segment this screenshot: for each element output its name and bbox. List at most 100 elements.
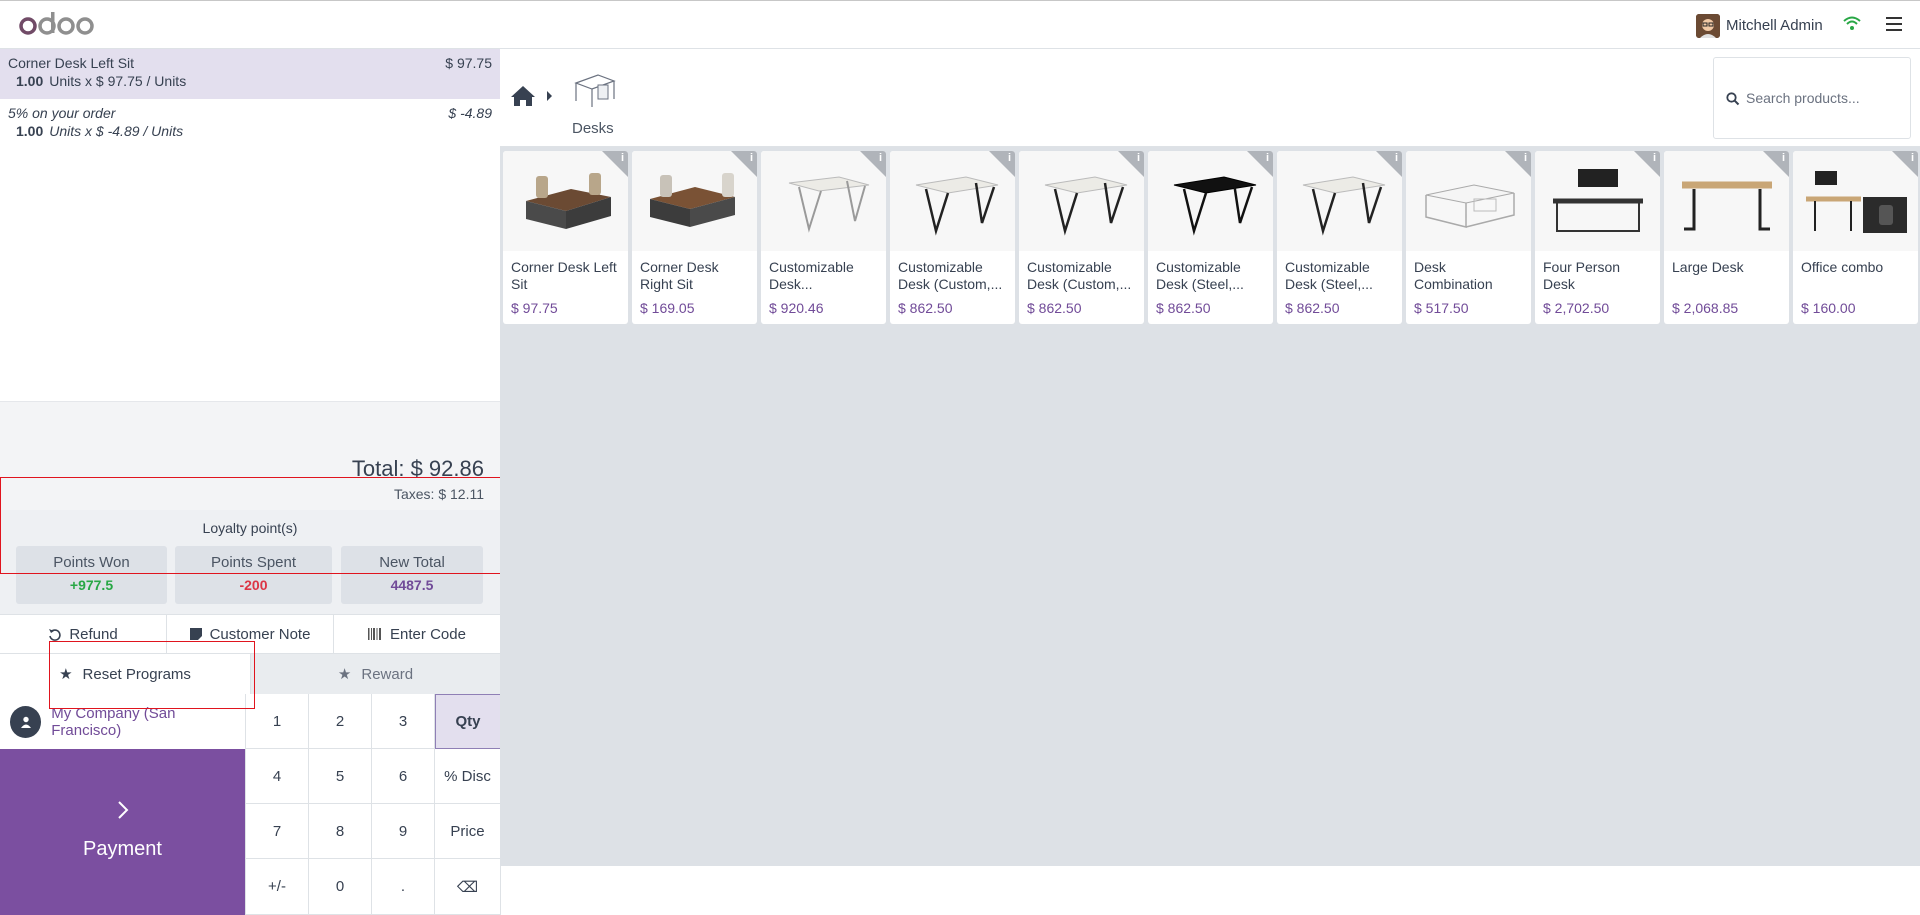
- customer-button[interactable]: My Company (San Francisco): [0, 694, 245, 749]
- enter-code-button[interactable]: Enter Code: [334, 615, 500, 653]
- reset-programs-label: Reset Programs: [82, 665, 191, 683]
- search-input[interactable]: [1746, 86, 1901, 110]
- info-tag[interactable]: [1247, 151, 1273, 177]
- numpad-key-3[interactable]: 3: [372, 694, 435, 749]
- hamburger-menu-icon[interactable]: [1886, 17, 1902, 31]
- top-bar: Mitchell Admin: [0, 0, 1920, 49]
- refund-button[interactable]: Refund: [0, 615, 167, 653]
- info-icon[interactable]: i: [750, 152, 753, 164]
- product-name: Desk Combination: [1414, 259, 1493, 292]
- product-price: $ 160.00: [1801, 300, 1856, 316]
- product-card[interactable]: i Corner Desk Right Sit $ 169.05: [632, 151, 757, 324]
- points-won-label: Points Won: [53, 554, 130, 571]
- reward-label: Reward: [361, 665, 414, 683]
- numpad-key-4[interactable]: 4: [246, 749, 309, 804]
- numpad-key-7[interactable]: 7: [246, 804, 309, 859]
- info-icon[interactable]: i: [1137, 152, 1140, 164]
- user-name: Mitchell Admin: [1726, 17, 1823, 34]
- product-card[interactable]: i Customizable Desk (Custom,... $ 862.50: [1019, 151, 1144, 324]
- info-icon[interactable]: i: [1008, 152, 1011, 164]
- product-name: Corner Desk Right Sit: [640, 259, 719, 292]
- numpad-key-1[interactable]: 1: [246, 694, 309, 749]
- user-avatar: [1696, 13, 1720, 38]
- product-image: i: [1793, 151, 1918, 251]
- home-icon[interactable]: [510, 85, 536, 107]
- product-price: $ 517.50: [1414, 300, 1469, 316]
- customer-name: My Company (San Francisco): [51, 704, 176, 739]
- product-card[interactable]: i Four Person Desk $ 2,702.50: [1535, 151, 1660, 324]
- info-tag[interactable]: [731, 151, 757, 177]
- info-tag[interactable]: [602, 151, 628, 177]
- product-card[interactable]: i Customizable Desk (Custom,... $ 862.50: [890, 151, 1015, 324]
- numpad-mode-discount[interactable]: % Disc: [435, 749, 501, 804]
- reset-programs-button[interactable]: ★ Reset Programs: [0, 654, 250, 694]
- info-tag[interactable]: [860, 151, 886, 177]
- product-price: $ 97.75: [511, 300, 558, 316]
- info-icon[interactable]: i: [1782, 152, 1785, 164]
- numpad-key-6[interactable]: 6: [372, 749, 435, 804]
- product-card[interactable]: i Desk Combination $ 517.50: [1406, 151, 1531, 324]
- product-image: i: [1535, 151, 1660, 251]
- refund-icon: [49, 628, 62, 641]
- numpad-key-9[interactable]: 9: [372, 804, 435, 859]
- order-line-detail: 1.00 Units x $ 97.75 / Units: [16, 73, 187, 89]
- reward-button[interactable]: ★ Reward: [250, 654, 500, 694]
- new-total-box: New Total 4487.5: [341, 546, 483, 604]
- product-card[interactable]: i Corner Desk Left Sit $ 97.75: [503, 151, 628, 324]
- product-price: $ 2,702.50: [1543, 300, 1610, 316]
- product-image: i: [503, 151, 628, 251]
- products-panel: Desks i Corner Desk Left Sit $ 97.75 i C…: [500, 49, 1920, 866]
- info-tag[interactable]: [1763, 151, 1789, 177]
- product-card[interactable]: i Large Desk $ 2,068.85: [1664, 151, 1789, 324]
- order-line[interactable]: Corner Desk Left Sit $ 97.75 1.00 Units x…: [0, 49, 500, 99]
- payment-button[interactable]: Payment: [0, 749, 245, 915]
- numpad-key-plus-minus[interactable]: +/-: [246, 859, 309, 915]
- product-card[interactable]: i Customizable Desk (Steel,... $ 862.50: [1148, 151, 1273, 324]
- product-price: $ 862.50: [898, 300, 953, 316]
- info-icon[interactable]: i: [1524, 152, 1527, 164]
- product-name: Large Desk: [1672, 259, 1744, 275]
- info-icon[interactable]: i: [1395, 152, 1398, 164]
- product-image: i: [1277, 151, 1402, 251]
- info-icon[interactable]: i: [1911, 152, 1914, 164]
- product-name: Corner Desk Left Sit: [511, 259, 617, 292]
- points-won-value: +977.5: [69, 577, 114, 593]
- numpad-key-8[interactable]: 8: [309, 804, 372, 859]
- order-taxes: Taxes: $ 12.11: [393, 486, 484, 502]
- user-menu[interactable]: Mitchell Admin: [1696, 13, 1823, 38]
- info-tag[interactable]: [1634, 151, 1660, 177]
- numpad-mode-price[interactable]: Price: [435, 804, 501, 859]
- order-line-name: 5% on your order: [8, 105, 116, 121]
- info-icon[interactable]: i: [621, 152, 624, 164]
- numpad-key-2[interactable]: 2: [309, 694, 372, 749]
- numpad-backspace-icon[interactable]: ⌫: [435, 859, 501, 915]
- product-card[interactable]: i Office combo $ 160.00: [1793, 151, 1918, 324]
- numpad-key-5[interactable]: 5: [309, 749, 372, 804]
- info-tag[interactable]: [1376, 151, 1402, 177]
- order-lines: Corner Desk Left Sit $ 97.75 1.00 Units x…: [0, 49, 500, 401]
- info-tag[interactable]: [1892, 151, 1918, 177]
- info-tag[interactable]: [989, 151, 1015, 177]
- category-label: Desks: [572, 120, 614, 137]
- customer-note-button[interactable]: Customer Note: [167, 615, 334, 653]
- order-line-name: Corner Desk Left Sit: [8, 55, 135, 71]
- product-card[interactable]: i Customizable Desk... $ 920.46: [761, 151, 886, 324]
- product-image: i: [761, 151, 886, 251]
- info-icon[interactable]: i: [1653, 152, 1656, 164]
- info-tag[interactable]: [1118, 151, 1144, 177]
- customer-note-label: Customer Note: [209, 625, 311, 643]
- star-icon: ★: [59, 666, 73, 683]
- numpad-mode-qty[interactable]: Qty: [435, 694, 501, 749]
- product-price: $ 169.05: [640, 300, 695, 316]
- info-tag[interactable]: [1505, 151, 1531, 177]
- numpad-key-decimal[interactable]: .: [372, 859, 435, 915]
- order-totals: Total: $ 92.86 Taxes: $ 12.11: [0, 401, 500, 510]
- info-icon[interactable]: i: [1266, 152, 1269, 164]
- numpad-key-0[interactable]: 0: [309, 859, 372, 915]
- info-icon[interactable]: i: [879, 152, 882, 164]
- odoo-logo: [19, 12, 94, 35]
- order-line[interactable]: 5% on your order $ -4.89 1.00 Units x $ -…: [0, 99, 500, 149]
- numpad: 1 2 3 Qty 4 5 6 % Disc 7 8 9 Price +/- 0…: [245, 694, 501, 915]
- user-icon: [10, 705, 42, 738]
- product-card[interactable]: i Customizable Desk (Steel,... $ 862.50: [1277, 151, 1402, 324]
